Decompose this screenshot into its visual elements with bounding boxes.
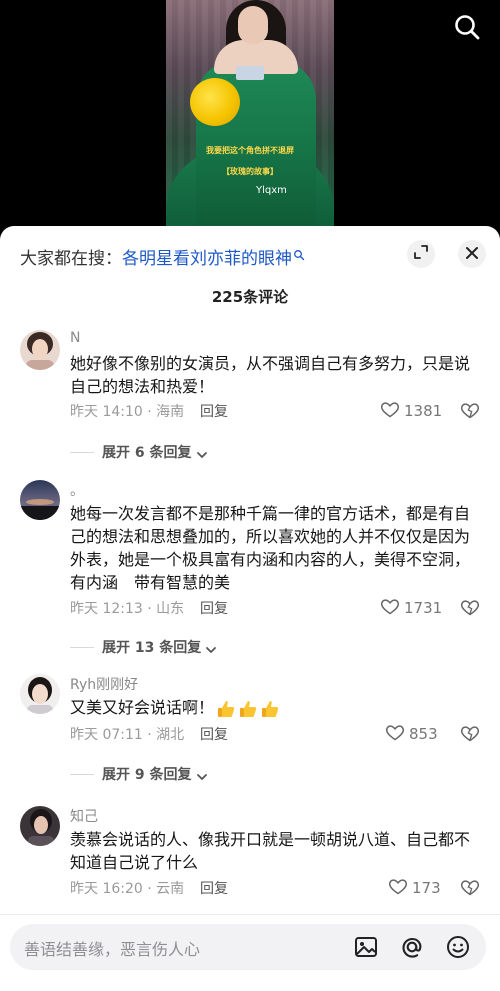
expand-replies-label[interactable]: 展开 13 条回复 xyxy=(102,637,201,657)
expand-button[interactable] xyxy=(407,240,435,268)
comment-time-location: 昨天 16:20 · 云南 xyxy=(70,881,185,897)
comment-text[interactable]: 她好像不像别的女演员，从不强调自己有多努力，只是说自己的想法和热爱！ xyxy=(70,352,478,398)
close-button[interactable] xyxy=(458,240,486,268)
thumbs-up-icon xyxy=(260,699,280,719)
heart-icon xyxy=(388,876,408,900)
expand-replies-label[interactable]: 展开 6 条回复 xyxy=(102,442,192,462)
like-button[interactable]: 853 xyxy=(385,722,438,746)
comment-username[interactable]: 。 xyxy=(70,480,84,500)
like-count: 1731 xyxy=(404,599,443,617)
avatar[interactable] xyxy=(20,806,60,846)
video-subtitle-line1: 我要把这个角色拼不退屏 xyxy=(206,146,294,155)
comment-username[interactable]: 知己 xyxy=(70,806,98,826)
search-small-icon xyxy=(293,246,305,261)
expand-icon xyxy=(413,244,429,264)
video-face xyxy=(238,6,268,44)
chevron-down-icon xyxy=(196,446,208,458)
video-player[interactable]: 我要把这个角色拼不退屏 【玫瑰的故事】 Ylqxm xyxy=(0,0,500,232)
expand-replies[interactable]: 展开 9 条回复 xyxy=(70,764,208,784)
comment-username[interactable]: Ryh刚刚好 xyxy=(70,674,138,694)
expand-replies-label[interactable]: 展开 9 条回复 xyxy=(102,764,192,784)
avatar[interactable] xyxy=(20,480,60,520)
search-suggest-link[interactable]: 各明星看刘亦菲的眼神 xyxy=(122,244,305,269)
comment-time-location: 昨天 07:11 · 湖北 xyxy=(70,727,185,743)
comment-username[interactable]: N xyxy=(70,330,80,346)
comment-count: 225条评论 xyxy=(211,288,289,306)
video-flower-bouquet xyxy=(190,78,240,126)
dislike-icon[interactable] xyxy=(460,877,480,897)
expand-divider xyxy=(70,773,94,775)
comment-text-wrap[interactable]: 又美又好会说话啊！ xyxy=(70,696,478,719)
comment-text[interactable]: 她每一次发言都不是那种千篇一律的官方话术，都是有自己的想法和思想叠加的，所以喜欢… xyxy=(70,502,478,594)
comment-text[interactable]: 羡慕会说话的人、像我开口就是一顿胡说八道、自己都不知道自己说了什么 xyxy=(70,828,478,874)
chevron-down-icon xyxy=(205,641,217,653)
reply-button[interactable]: 回复 xyxy=(200,724,228,744)
chevron-down-icon xyxy=(196,768,208,780)
expand-divider xyxy=(70,451,94,453)
search-suggest-prefix: 大家都在搜： xyxy=(20,249,122,269)
like-button[interactable]: 1381 xyxy=(380,399,442,423)
like-count: 1381 xyxy=(404,402,443,420)
close-icon xyxy=(465,245,479,264)
comment-time-location: 昨天 12:13 · 山东 xyxy=(70,601,185,617)
avatar[interactable] xyxy=(20,330,60,370)
thumbs-up-icon xyxy=(238,699,258,719)
dislike-icon[interactable] xyxy=(460,400,480,420)
comment-sheet: 大家都在搜： 各明星看刘亦菲的眼神 225条评论 N 她好像不像别的女演员，从不… xyxy=(0,226,500,991)
emoji-icon[interactable] xyxy=(445,934,471,960)
comment-time-location: 昨天 14:10 · 海南 xyxy=(70,404,185,420)
heart-icon xyxy=(385,722,405,746)
heart-icon xyxy=(380,596,400,620)
like-button[interactable]: 1731 xyxy=(380,596,442,620)
avatar[interactable] xyxy=(20,674,60,714)
reply-button[interactable]: 回复 xyxy=(200,878,228,898)
video-podium-screen xyxy=(236,66,264,80)
image-icon[interactable] xyxy=(353,934,379,960)
expand-divider xyxy=(70,646,94,648)
like-count: 173 xyxy=(412,879,441,897)
reply-button[interactable]: 回复 xyxy=(200,598,228,618)
video-subtitle-line2: 【玫瑰的故事】 xyxy=(222,167,278,176)
search-icon[interactable] xyxy=(452,12,482,42)
expand-replies[interactable]: 展开 6 条回复 xyxy=(70,442,208,462)
like-button[interactable]: 173 xyxy=(388,876,441,900)
video-watermark: Ylqxm xyxy=(256,185,287,196)
reply-button[interactable]: 回复 xyxy=(200,401,228,421)
dislike-icon[interactable] xyxy=(460,597,480,617)
thumbs-up-icon xyxy=(216,699,236,719)
dislike-icon[interactable] xyxy=(460,723,480,743)
expand-replies[interactable]: 展开 13 条回复 xyxy=(70,637,217,657)
comment-text[interactable]: 又美又好会说话啊！ xyxy=(70,698,214,717)
comment-input[interactable]: 善语结善缘，恶言伤人心 xyxy=(10,924,486,970)
like-count: 853 xyxy=(409,725,438,743)
video-frame[interactable]: 我要把这个角色拼不退屏 【玫瑰的故事】 Ylqxm xyxy=(166,0,334,232)
search-suggest-link-text[interactable]: 各明星看刘亦菲的眼神 xyxy=(122,249,292,269)
heart-icon xyxy=(380,399,400,423)
comment-input-placeholder[interactable]: 善语结善缘，恶言伤人心 xyxy=(24,936,200,960)
at-icon[interactable] xyxy=(399,934,425,960)
sheet-header: 大家都在搜： 各明星看刘亦菲的眼神 xyxy=(0,226,500,286)
comment-input-bar: 善语结善缘，恶言伤人心 xyxy=(0,914,500,991)
